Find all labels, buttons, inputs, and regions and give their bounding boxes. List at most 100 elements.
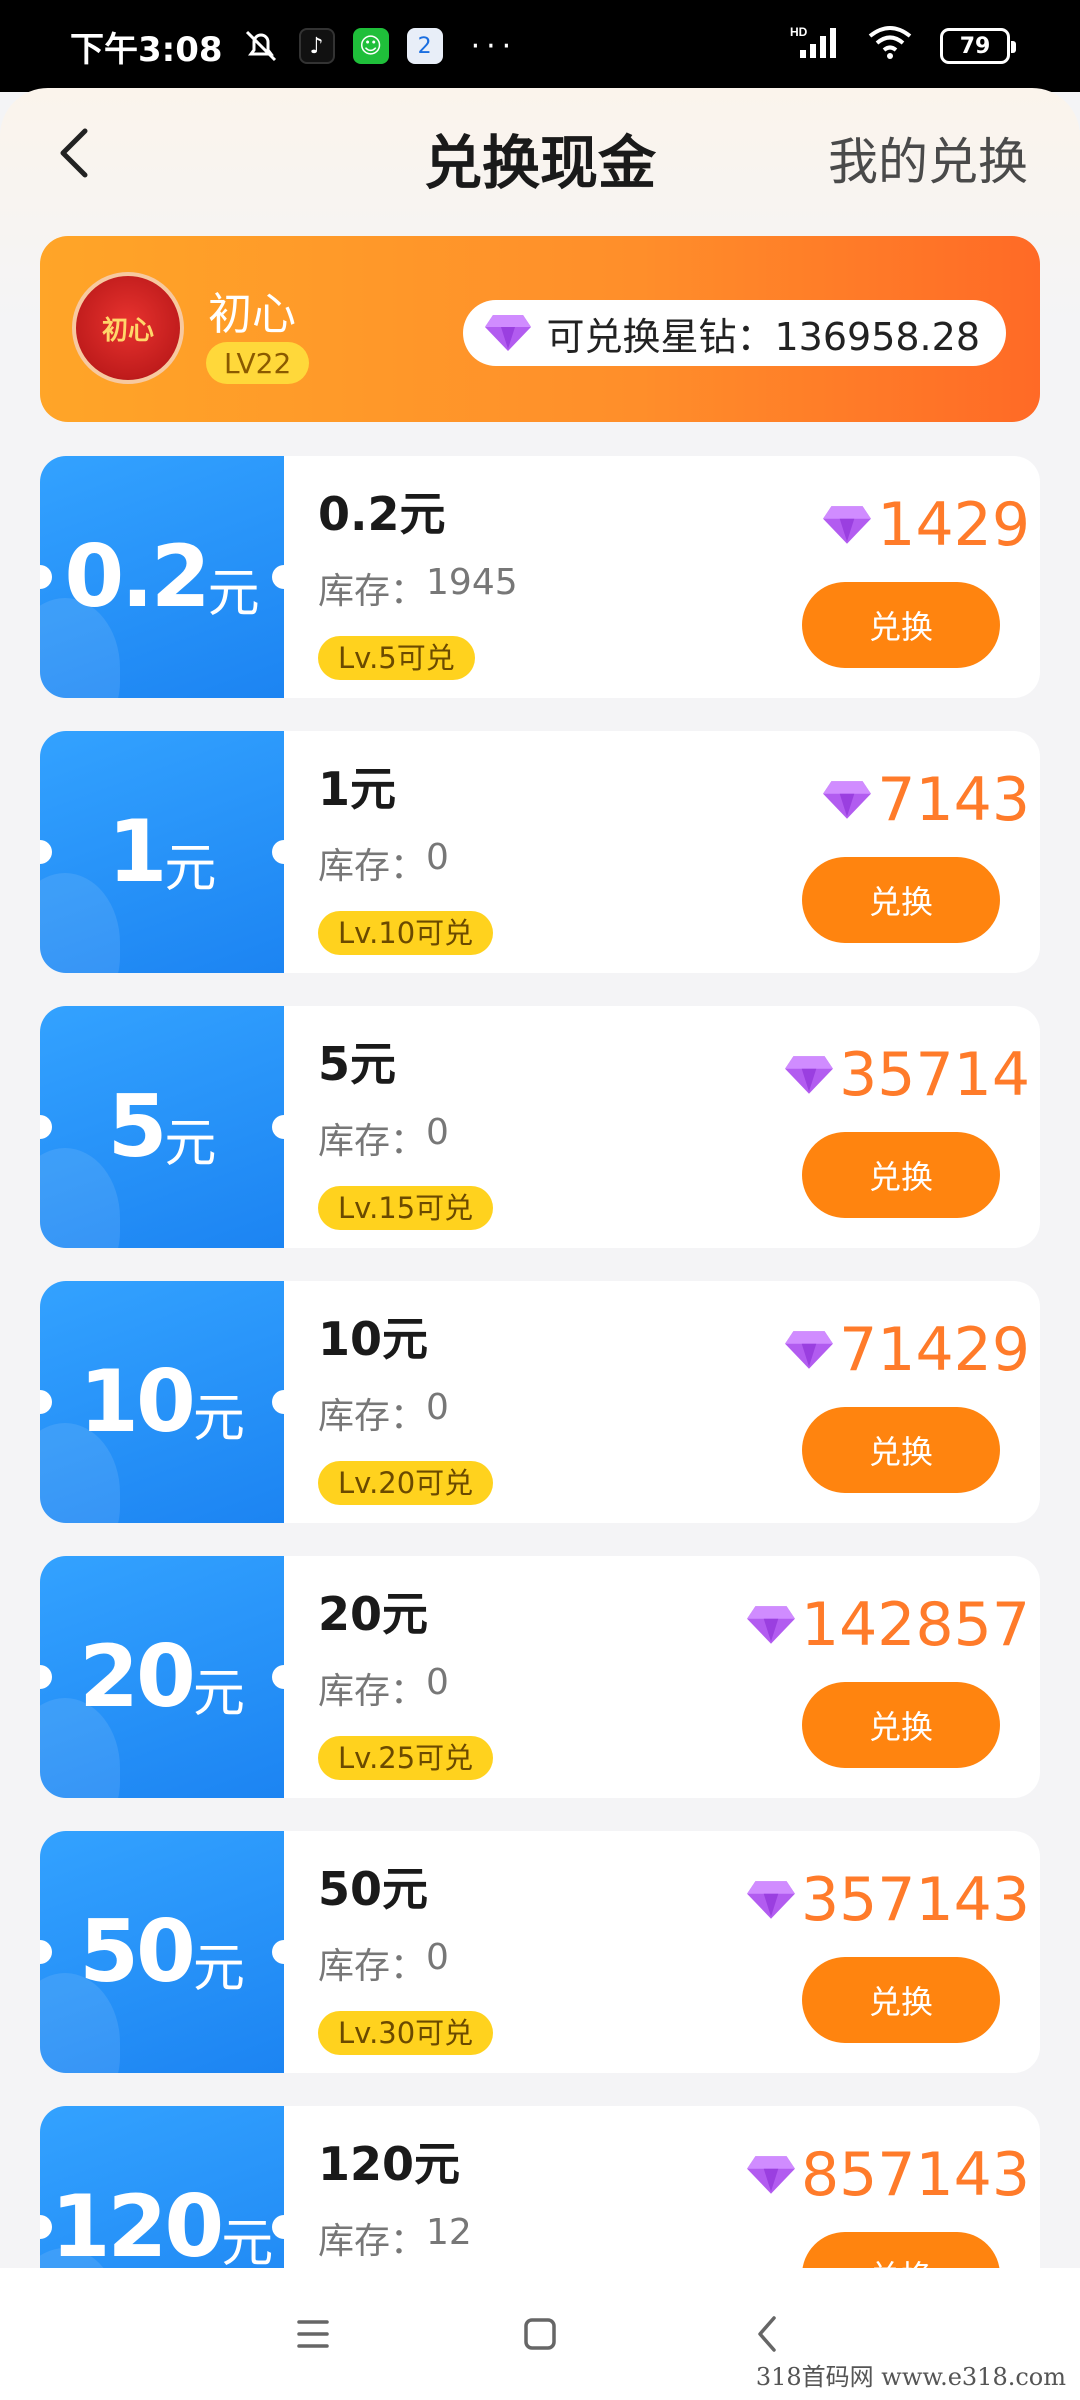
level-requirement-badge: Lv.30可兑	[318, 2011, 494, 2055]
coupon-notch	[40, 1390, 52, 1414]
diamond-icon	[823, 506, 872, 544]
recent-apps-button[interactable]	[273, 2294, 353, 2374]
item-stock: 库存： 0	[318, 1112, 493, 1164]
wifi-icon	[866, 24, 914, 69]
page: 兑换现金 我的兑换 初心 初心 LV22 可兑换星钻：136958.28 0.2…	[0, 88, 1080, 2268]
coupon-amount: 20	[79, 1627, 196, 1727]
stock-label: 库存：	[318, 1671, 427, 1712]
price-value: 7143	[877, 765, 1030, 835]
exchange-button[interactable]: 兑换	[802, 1957, 1000, 2043]
price-value: 71429	[839, 1315, 1030, 1385]
watermark: 318首码网 www.e318.com	[755, 2363, 1066, 2391]
coupon-amount: 0.2	[64, 527, 210, 627]
price-value: 142857	[800, 1590, 1030, 1660]
diamond-icon	[785, 1331, 834, 1369]
item-info: 10元 库存： 0 Lv.20可兑	[318, 1303, 494, 1505]
coupon-notch	[40, 840, 52, 864]
item-info: 0.2元 库存： 1945 Lv.5可兑	[318, 478, 518, 680]
item-title: 5元	[318, 1037, 397, 1091]
item-title: 50元	[318, 1862, 429, 1916]
stock-label: 库存：	[318, 846, 427, 887]
item-price: 142857	[745, 1590, 1030, 1660]
item-info: 50元 库存： 0 Lv.30可兑	[318, 1853, 494, 2055]
stock-label: 库存：	[318, 1946, 427, 1987]
coupon-unit: 元	[164, 1113, 217, 1174]
coupon-amount: 50	[79, 1902, 196, 2002]
level-requirement-badge: Lv.5可兑	[318, 636, 475, 680]
stock-value: 0	[426, 1112, 449, 1153]
item-info: 120元 库存： 12	[318, 2128, 472, 2264]
exchange-list: 0.2元 0.2元 库存：1945 Lv.5可兑 1429 兑换 1元 1元	[40, 456, 1040, 2268]
stock-value: 0	[426, 1662, 449, 1703]
diamond-icon	[747, 2156, 795, 2194]
home-button[interactable]	[500, 2294, 580, 2374]
item-stock: 库存： 0	[318, 1662, 493, 1714]
coupon-notch	[272, 1390, 284, 1414]
coupon-amount: 1	[107, 802, 168, 902]
avatar[interactable]: 初心	[72, 272, 184, 384]
coupon-notch	[40, 565, 52, 589]
price-value: 357143	[800, 1865, 1030, 1935]
svg-text:HD: HD	[790, 25, 808, 39]
exchange-item: 10 元 10元 库存： 0 Lv.20可兑 71429 兑换	[40, 1281, 1040, 1523]
coupon-unit: 元	[221, 2213, 274, 2269]
item-stock: 库存： 0	[318, 1387, 493, 1439]
exchange-button[interactable]: 兑换	[802, 857, 1000, 943]
item-stock: 库存： 1945	[318, 562, 518, 614]
item-price: 1429	[821, 490, 1030, 560]
system-nav-bar: 318首码网 www.e318.com	[0, 2268, 1080, 2400]
my-exchange-link[interactable]: 我的兑换	[828, 122, 1028, 194]
item-title: 120元	[318, 2137, 461, 2191]
exchange-button[interactable]: 兑换	[802, 1682, 1000, 1768]
level-requirement-badge: Lv.10可兑	[318, 911, 494, 955]
coupon-unit: 元	[164, 838, 217, 899]
price-value: 857143	[800, 2140, 1030, 2210]
level-requirement-badge: Lv.15可兑	[318, 1186, 494, 1230]
stock-label: 库存：	[318, 1121, 427, 1162]
coupon-notch	[272, 840, 284, 864]
coupon-notch	[272, 565, 284, 589]
header: 兑换现金 我的兑换	[0, 88, 1080, 238]
cash-coupon: 20 元	[40, 1556, 284, 1798]
item-stock: 库存： 0	[318, 837, 493, 889]
coupon-unit: 元	[192, 1938, 245, 1999]
coupon-notch	[272, 1115, 284, 1139]
coupon-unit: 元	[192, 1388, 245, 1449]
cash-coupon: 120 元	[40, 2106, 284, 2268]
bell-off-icon	[241, 26, 281, 66]
user-level-badge: LV22	[206, 342, 310, 384]
price-value: 1429	[877, 490, 1030, 560]
exchange-button[interactable]: 兑换	[802, 582, 1000, 668]
coupon-notch	[272, 1940, 284, 1964]
level-requirement-badge: Lv.20可兑	[318, 1461, 494, 1505]
coupon-amount: 5	[107, 1077, 168, 1177]
exchange-button[interactable]: 兑换	[802, 2232, 1000, 2268]
cash-coupon: 50 元	[40, 1831, 284, 2073]
coupon-notch	[272, 1665, 284, 1689]
price-value: 35714	[839, 1040, 1030, 1110]
username: 初心	[208, 289, 296, 340]
exchange-item: 5元 5元 库存： 0 Lv.15可兑 35714 兑换	[40, 1006, 1040, 1248]
coupon-notch	[40, 1115, 52, 1139]
stock-value: 0	[426, 1937, 449, 1978]
coupon-notch	[40, 1940, 52, 1964]
item-title: 1元	[318, 762, 397, 816]
exchange-item: 120元 120元 库存：12 857143 兑换	[40, 2106, 1040, 2268]
battery-icon: 79	[940, 28, 1016, 64]
balance-pill: 可兑换星钻：136958.28	[462, 300, 1006, 366]
status-right: HD 79	[790, 24, 1016, 69]
stock-value: 0	[426, 837, 449, 878]
item-stock: 库存： 12	[318, 2212, 472, 2264]
exchange-button[interactable]: 兑换	[802, 1407, 1000, 1493]
menu-icon	[297, 2320, 330, 2348]
diamond-icon	[785, 1056, 834, 1094]
item-info: 5元 库存： 0 Lv.15可兑	[318, 1028, 494, 1230]
exchange-button[interactable]: 兑换	[802, 1132, 1000, 1218]
signal-icon: HD	[790, 24, 840, 69]
item-info: 1元 库存： 0 Lv.10可兑	[318, 753, 494, 955]
stock-value: 1945	[426, 562, 518, 603]
status-left: 下午3:08 ♪ ☺ 2 ···	[70, 22, 517, 71]
coupon-amount: 10	[79, 1352, 196, 1452]
document-icon: 2	[406, 28, 443, 64]
exchange-item: 20 元 20元 库存： 0 Lv.25可兑 142857 兑换	[40, 1556, 1040, 1798]
